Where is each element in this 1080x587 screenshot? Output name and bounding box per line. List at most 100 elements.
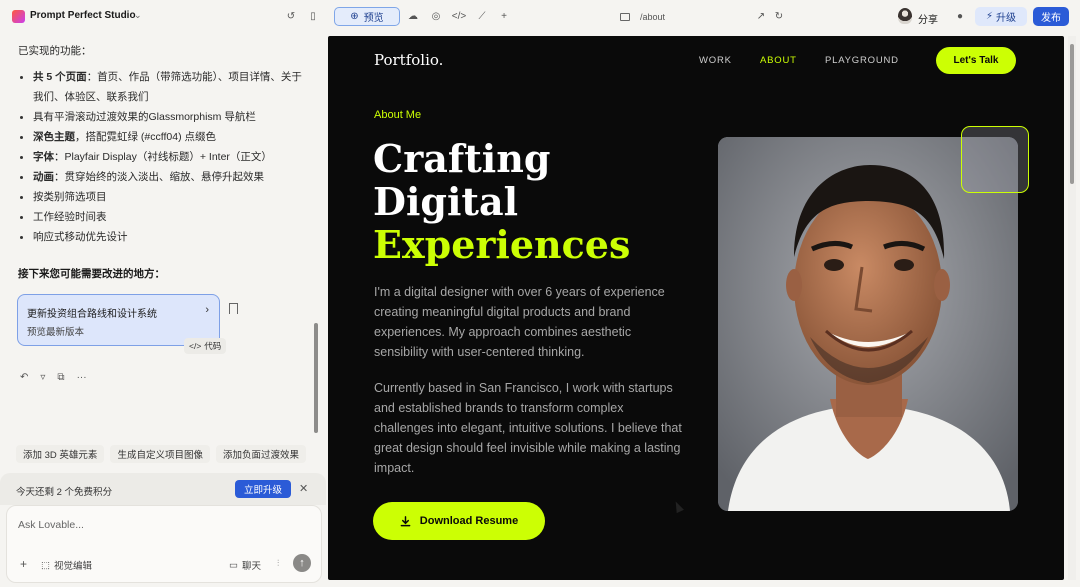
- lets-talk-button[interactable]: Let's Talk: [936, 47, 1016, 74]
- feature-item: 响应式移动优先设计: [18, 227, 308, 247]
- preview-tab[interactable]: ⊕ 预览: [334, 7, 400, 26]
- globe-icon: ⊕: [350, 11, 359, 22]
- download-icon: [400, 515, 411, 526]
- hero-title: Crafting Digital Experiences: [373, 137, 630, 266]
- undo-icon[interactable]: ↶: [20, 372, 28, 383]
- feature-bold: 深色主题: [33, 131, 75, 143]
- feature-bold: 共 5 个页面: [33, 71, 87, 83]
- code-icon: </>: [189, 341, 202, 351]
- nav-about[interactable]: ABOUT: [760, 55, 797, 66]
- route-path[interactable]: /about: [640, 12, 665, 22]
- suggestion-row: 添加 3D 英雄元素 生成自定义项目图像 添加负面过渡效果: [16, 445, 316, 465]
- site-logo[interactable]: Portfolio.: [374, 51, 443, 69]
- chat-mode-button[interactable]: ▭ 聊天: [229, 558, 261, 573]
- nav-playground[interactable]: PLAYGROUND: [825, 55, 899, 66]
- feature-text: 按类别筛选项目: [33, 191, 107, 203]
- chat-bubble-icon: ▭: [229, 559, 238, 571]
- cloud-icon[interactable]: ☁: [406, 9, 420, 23]
- code-button[interactable]: </> 代码: [184, 338, 227, 354]
- code-label: 代码: [204, 341, 222, 351]
- suggestion-chip[interactable]: 生成自定义项目图像: [110, 445, 210, 463]
- download-label: Download Resume: [419, 515, 519, 527]
- history-icon[interactable]: ↺: [284, 9, 298, 23]
- upgrade-now-button[interactable]: 立即升级: [235, 480, 291, 498]
- assistant-message: 已实现的功能： 共 5 个页面：首页、作品（带筛选功能）、项目详情、关于我们、体…: [18, 41, 308, 247]
- next-steps-heading: 接下来您可能需要改进的地方：: [18, 268, 165, 280]
- composer-input[interactable]: Ask Lovable...: [18, 519, 84, 531]
- about-kicker: About Me: [374, 109, 422, 121]
- copy-icon[interactable]: ⧉: [57, 372, 64, 383]
- feature-item: 按类别筛选项目: [18, 187, 308, 207]
- upgrade-button[interactable]: ⚡ 升级: [975, 7, 1027, 26]
- add-icon[interactable]: +: [497, 9, 511, 23]
- hero-title-accent: Experiences: [373, 222, 631, 267]
- code-icon[interactable]: </>: [452, 9, 466, 23]
- app-window: Prompt Perfect Studio ⌄ ↺ ▯ ⊕ 预览 ☁ ◎ </>…: [0, 0, 1080, 587]
- top-bar: Prompt Perfect Studio ⌄ ↺ ▯ ⊕ 预览 ☁ ◎ </>…: [0, 0, 1080, 33]
- bookmark-icon[interactable]: [229, 303, 238, 314]
- publish-button[interactable]: 发布: [1033, 7, 1069, 26]
- feature-text: ，搭配霓虹绿 (#ccff04) 点缀色: [75, 131, 216, 143]
- feature-text: ：Playfair Display（衬线标题）+ Inter（正文）: [54, 151, 272, 163]
- message-actions: ↶ ▿ ⧉ ···: [20, 372, 87, 383]
- hero-title-line: Digital: [373, 179, 519, 224]
- chevron-right-icon: ›: [205, 304, 209, 316]
- attach-icon[interactable]: +: [20, 557, 27, 571]
- feature-bold: 动画: [33, 171, 54, 183]
- palette-icon[interactable]: ◎: [429, 9, 443, 23]
- open-external-icon[interactable]: ↗: [754, 9, 768, 23]
- more-icon[interactable]: ···: [77, 372, 87, 383]
- nav-work[interactable]: WORK: [699, 55, 732, 66]
- feature-item: 深色主题，搭配霓虹绿 (#ccff04) 点缀色: [18, 127, 308, 147]
- decorative-frame: [961, 126, 1029, 193]
- upgrade-label: 升级: [996, 13, 1017, 24]
- app-logo-icon[interactable]: [12, 10, 25, 23]
- version-subtitle: 预览最新版本: [27, 327, 85, 338]
- chat-panel: 已实现的功能： 共 5 个页面：首页、作品（带筛选功能）、项目详情、关于我们、体…: [0, 33, 326, 587]
- preview-scrollbar-thumb[interactable]: [1070, 44, 1074, 184]
- bolt-icon: ⚡: [985, 11, 994, 22]
- visual-edit-button[interactable]: ⬚ 视觉编辑: [41, 558, 92, 573]
- refresh-icon[interactable]: ↻: [772, 9, 786, 23]
- suggestion-chip[interactable]: 添加负面过渡效果: [215, 445, 306, 463]
- suggestion-chip[interactable]: 添加 3D 英雄元素: [16, 445, 105, 463]
- device-frame-icon[interactable]: [620, 12, 630, 21]
- portrait-illustration: [718, 137, 1018, 511]
- feature-text: 具有平滑滚动过渡效果的Glassmorphism 导航栏: [33, 111, 256, 123]
- avatar[interactable]: [898, 8, 912, 24]
- feature-item: 字体：Playfair Display（衬线标题）+ Inter（正文）: [18, 147, 308, 167]
- location-paragraph: Currently based in San Francisco, I work…: [374, 381, 682, 475]
- credit-banner: 今天还剩 2 个免费积分 立即升级 ✕: [0, 473, 326, 505]
- github-icon[interactable]: ●: [953, 9, 967, 23]
- feature-text: 工作经验时间表: [33, 211, 107, 223]
- feature-item: 具有平滑滚动过渡效果的Glassmorphism 导航栏: [18, 107, 308, 127]
- thumbs-down-icon[interactable]: ▿: [40, 372, 45, 383]
- version-title: 更新投资组合路线和设计系统: [27, 309, 157, 320]
- project-title[interactable]: Prompt Perfect Studio: [30, 10, 136, 21]
- feature-text: ：贯穿始终的淡入淡出、缩放、悬停升起效果: [54, 171, 264, 183]
- hero-title-line: Crafting: [373, 136, 551, 181]
- implemented-heading: 已实现的功能：: [18, 45, 92, 57]
- voice-icon[interactable]: ⫶: [277, 558, 279, 569]
- analytics-icon[interactable]: ⟋: [475, 9, 489, 23]
- download-resume-button[interactable]: Download Resume: [373, 502, 545, 540]
- portrait-photo: [718, 137, 1018, 511]
- sidebar-toggle-icon[interactable]: ▯: [306, 9, 320, 23]
- chevron-down-icon[interactable]: ⌄: [134, 10, 142, 21]
- visual-edit-label: 视觉编辑: [53, 561, 92, 572]
- send-button[interactable]: ↑: [293, 554, 311, 572]
- feature-item: 工作经验时间表: [18, 207, 308, 227]
- chat-mode-label: 聊天: [241, 561, 261, 572]
- feature-item: 共 5 个页面：首页、作品（带筛选功能）、项目详情、关于我们、体验区、联系我们: [18, 67, 308, 107]
- message-composer[interactable]: Ask Lovable... + ⬚ 视觉编辑 ▭ 聊天 ⫶ ↑: [6, 505, 322, 583]
- bio-paragraph: I'm a digital designer with over 6 years…: [374, 285, 665, 359]
- site-preview: Portfolio. WORK ABOUT PLAYGROUND Let's T…: [328, 36, 1064, 580]
- credit-text: 今天还剩 2 个免费积分: [16, 487, 113, 498]
- visual-edit-icon: ⬚: [41, 559, 50, 571]
- feature-bold: 字体: [33, 151, 54, 163]
- close-icon[interactable]: ✕: [299, 482, 308, 495]
- feature-list: 共 5 个页面：首页、作品（带筛选功能）、项目详情、关于我们、体验区、联系我们具…: [18, 67, 308, 247]
- share-button[interactable]: 分享: [918, 11, 938, 26]
- feature-item: 动画：贯穿始终的淡入淡出、缩放、悬停升起效果: [18, 167, 308, 187]
- chat-scrollbar[interactable]: [314, 323, 318, 433]
